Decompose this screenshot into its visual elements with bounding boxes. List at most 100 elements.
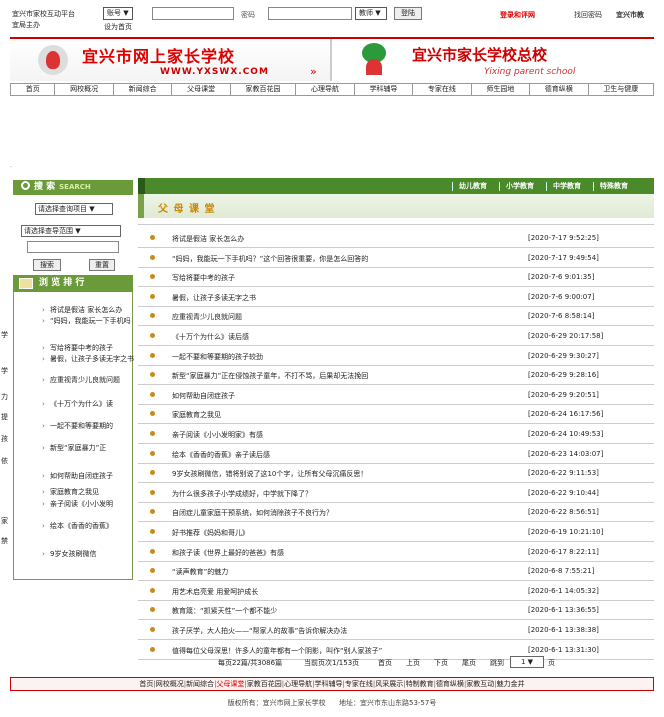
footer-nav-item[interactable]: 家教互动: [466, 680, 494, 688]
article-title[interactable]: 和孩子读《世界上最好的爸爸》有感: [172, 548, 522, 558]
article-title[interactable]: 暑假，让孩子多读无字之书: [172, 293, 522, 303]
tab-preschool[interactable]: 幼儿教育: [452, 182, 493, 191]
article-title[interactable]: “妈妈，我能玩一下手机吗？”这个回答很重要，你是怎么回答的: [172, 254, 522, 264]
page-select[interactable]: 1 ▼: [510, 656, 544, 668]
article-row[interactable]: 好书推荐《妈妈和哥儿》 [2020-6-19 10:21:10]: [138, 524, 654, 542]
rank-item[interactable]: 家庭教育之我见: [50, 488, 134, 497]
article-row[interactable]: “妈妈，我能玩一下手机吗？”这个回答很重要，你是怎么回答的 [2020-7-17 …: [138, 250, 654, 268]
rank-item[interactable]: 应重视青少儿良就问题: [50, 376, 134, 385]
rank-item[interactable]: 写给将要中考的孩子: [50, 344, 134, 353]
article-title[interactable]: 教育箴：“抓紧天性”一个都不能少: [172, 606, 522, 616]
article-row[interactable]: 为什么很多孩子小学成绩好，中学就下降了？ [2020-6-22 9:10:44]: [138, 485, 654, 503]
footer-nav-item[interactable]: 家教百花园: [247, 680, 282, 688]
nav-item-health[interactable]: 卫生与健康: [589, 84, 653, 95]
rank-item[interactable]: 将试是假洁 家长怎么办: [50, 306, 134, 315]
article-title[interactable]: 如何帮助自闭症孩子: [172, 391, 522, 401]
article-row[interactable]: 新型“家庭暴力”正在侵蚀孩子童年，不打不骂，后果却无法挽回 [2020-6-29 …: [138, 367, 654, 386]
article-row[interactable]: 孩子厌学，大人拍火——“帮家人的故事”告诉你解决办法 [2020-6-1 13:3…: [138, 622, 654, 640]
article-row[interactable]: 自闭症儿童家庭干预系统，如何消除孩子不良行为？ [2020-6-22 8:56:5…: [138, 504, 654, 523]
article-row[interactable]: 应重视青少儿良就问题 [2020-7-6 8:58:14]: [138, 308, 654, 327]
username-input[interactable]: [152, 7, 234, 20]
footer-nav-item[interactable]: 学科辅导: [315, 680, 343, 688]
rank-item[interactable]: 亲子阅读《小小发明: [50, 500, 134, 509]
article-title[interactable]: 一起不要和等要期的孩子较劲: [172, 352, 522, 362]
article-row[interactable]: 写给将要中考的孩子 [2020-7-6 9:01:35]: [138, 269, 654, 288]
footer-nav-item[interactable]: 特制教育: [406, 680, 434, 688]
footer-nav-item[interactable]: 首页: [139, 680, 153, 688]
rank-item[interactable]: 如何帮助自闭症孩子: [50, 472, 134, 481]
tab-special[interactable]: 特殊教育: [593, 182, 634, 191]
banner-left[interactable]: 宜兴市网上家长学校 WWW.YXSWX.COM »: [10, 39, 332, 81]
article-title[interactable]: 用艺术启亮爱 用爱呵护成长: [172, 587, 522, 597]
article-title[interactable]: 家庭教育之我见: [172, 410, 522, 420]
rank-item[interactable]: 《十万个为什么》读: [50, 400, 134, 409]
query-item-select[interactable]: 请选择查询项目 ▼: [35, 203, 113, 215]
set-home-link[interactable]: 设为首页: [104, 22, 132, 32]
article-row[interactable]: 《十万个为什么》读后感 [2020-6-29 20:17:58]: [138, 328, 654, 346]
article-title[interactable]: 为什么很多孩子小学成绩好，中学就下降了？: [172, 489, 522, 499]
article-row[interactable]: 和孩子读《世界上最好的爸爸》有感 [2020-6-17 8:22:11]: [138, 544, 654, 562]
article-title[interactable]: “读声教育”的魅力: [172, 567, 522, 577]
rank-item[interactable]: 新型“家庭暴力”正: [50, 444, 134, 453]
article-row[interactable]: 教育箴：“抓紧天性”一个都不能少 [2020-6-1 13:36:55]: [138, 602, 654, 621]
reset-button[interactable]: 重置: [89, 259, 115, 271]
query-range-select[interactable]: 请选择查导范围 ▼: [21, 225, 121, 237]
article-row[interactable]: “读声教育”的魅力 [2020-6-8 7:55:21]: [138, 563, 654, 582]
password-input[interactable]: [268, 7, 352, 20]
footer-nav-item[interactable]: 德育纵横: [436, 680, 464, 688]
nav-item-home[interactable]: 首页: [11, 84, 56, 95]
forgot-password-link[interactable]: 找回密码: [574, 10, 602, 20]
nav-item-news[interactable]: 新闻综合: [114, 84, 173, 95]
article-title[interactable]: 新型“家庭暴力”正在侵蚀孩子童年，不打不骂，后果却无法挽回: [172, 371, 522, 381]
footer-nav-item[interactable]: 魅力金井: [497, 680, 525, 688]
article-row[interactable]: 如何帮助自闭症孩子 [2020-6-29 9:20:51]: [138, 387, 654, 405]
article-title[interactable]: 《十万个为什么》读后感: [172, 332, 522, 342]
login-button[interactable]: 登陆: [394, 7, 422, 20]
footer-nav-item[interactable]: 父母课堂: [216, 680, 244, 688]
article-title[interactable]: 自闭症儿童家庭干预系统，如何消除孩子不良行为？: [172, 508, 522, 518]
article-title[interactable]: 好书推荐《妈妈和哥儿》: [172, 528, 522, 538]
article-title[interactable]: 绘本《香香的香蕉》亲子读后感: [172, 450, 522, 460]
rank-item[interactable]: 一起不要和等要期的: [50, 422, 134, 431]
mail-link[interactable]: 宜兴市教: [616, 10, 644, 20]
nav-item-psychology[interactable]: 心理导航: [296, 84, 355, 95]
tab-primary[interactable]: 小学教育: [499, 182, 540, 191]
footer-nav-item[interactable]: 新闻综合: [186, 680, 214, 688]
article-title[interactable]: 将试是假洁 家长怎么办: [172, 234, 522, 244]
tab-secondary[interactable]: 中学教育: [546, 182, 587, 191]
role-select[interactable]: 教师 ▼: [355, 7, 387, 20]
search-input[interactable]: [27, 241, 119, 253]
nav-item-garden[interactable]: 家教百花园: [231, 84, 297, 95]
nav-item-moral[interactable]: 德育纵横: [530, 84, 589, 95]
article-title[interactable]: 亲子阅读《小小发明家》有感: [172, 430, 522, 440]
pager-last[interactable]: 尾页: [462, 657, 476, 669]
article-row[interactable]: 9岁女孩刷微信，错将别说了这10个字，让所有父母沉痛反思！ [2020-6-22 …: [138, 465, 654, 484]
pager-next[interactable]: 下页: [434, 657, 448, 669]
rank-item[interactable]: 暑假，让孩子多读无字之书: [50, 355, 134, 364]
rank-item[interactable]: 绘本《香香的香蕉》: [50, 522, 134, 531]
article-title[interactable]: 写给将要中考的孩子: [172, 273, 522, 283]
article-row[interactable]: 家庭教育之我见 [2020-6-24 16:17:56]: [138, 406, 654, 425]
article-row[interactable]: 将试是假洁 家长怎么办 [2020-7-17 9:52:25]: [138, 230, 654, 248]
nav-item-parent-class[interactable]: 父母课堂: [172, 84, 231, 95]
article-title[interactable]: 9岁女孩刷微信，错将别说了这10个字，让所有父母沉痛反思！: [172, 469, 522, 479]
nav-item-teachers[interactable]: 师生园地: [472, 84, 531, 95]
register-link[interactable]: 登录和评网: [500, 10, 535, 20]
article-title[interactable]: 应重视青少儿良就问题: [172, 312, 522, 322]
article-row[interactable]: 绘本《香香的香蕉》亲子读后感 [2020-6-23 14:03:07]: [138, 446, 654, 464]
article-row[interactable]: 亲子阅读《小小发明家》有感 [2020-6-24 10:49:53]: [138, 426, 654, 444]
article-row[interactable]: 用艺术启亮爱 用爱呵护成长 [2020-6-1 14:05:32]: [138, 583, 654, 601]
footer-nav-item[interactable]: 专家在线: [345, 680, 373, 688]
nav-item-overview[interactable]: 网校概况: [55, 84, 114, 95]
nav-item-expert[interactable]: 专家在线: [413, 84, 472, 95]
footer-nav-item[interactable]: 网校概况: [156, 680, 184, 688]
banner-right[interactable]: 宜兴市家长学校总校 Yixing parent school: [334, 39, 654, 81]
pager-prev[interactable]: 上页: [406, 657, 420, 669]
footer-nav-item[interactable]: 心理导航: [284, 680, 312, 688]
rank-item[interactable]: “妈妈，我能玩一下手机吗: [50, 317, 134, 326]
account-type-select[interactable]: 账号 ▼: [103, 7, 133, 20]
article-row[interactable]: 暑假，让孩子多读无字之书 [2020-7-6 9:00:07]: [138, 289, 654, 307]
article-title[interactable]: 值得每位父母深思！许多人的童年都有一个阴影，叫作“别人家孩子”: [172, 646, 522, 656]
pager-first[interactable]: 首页: [378, 657, 392, 669]
rank-item[interactable]: 9岁女孩刷微信: [50, 550, 134, 559]
